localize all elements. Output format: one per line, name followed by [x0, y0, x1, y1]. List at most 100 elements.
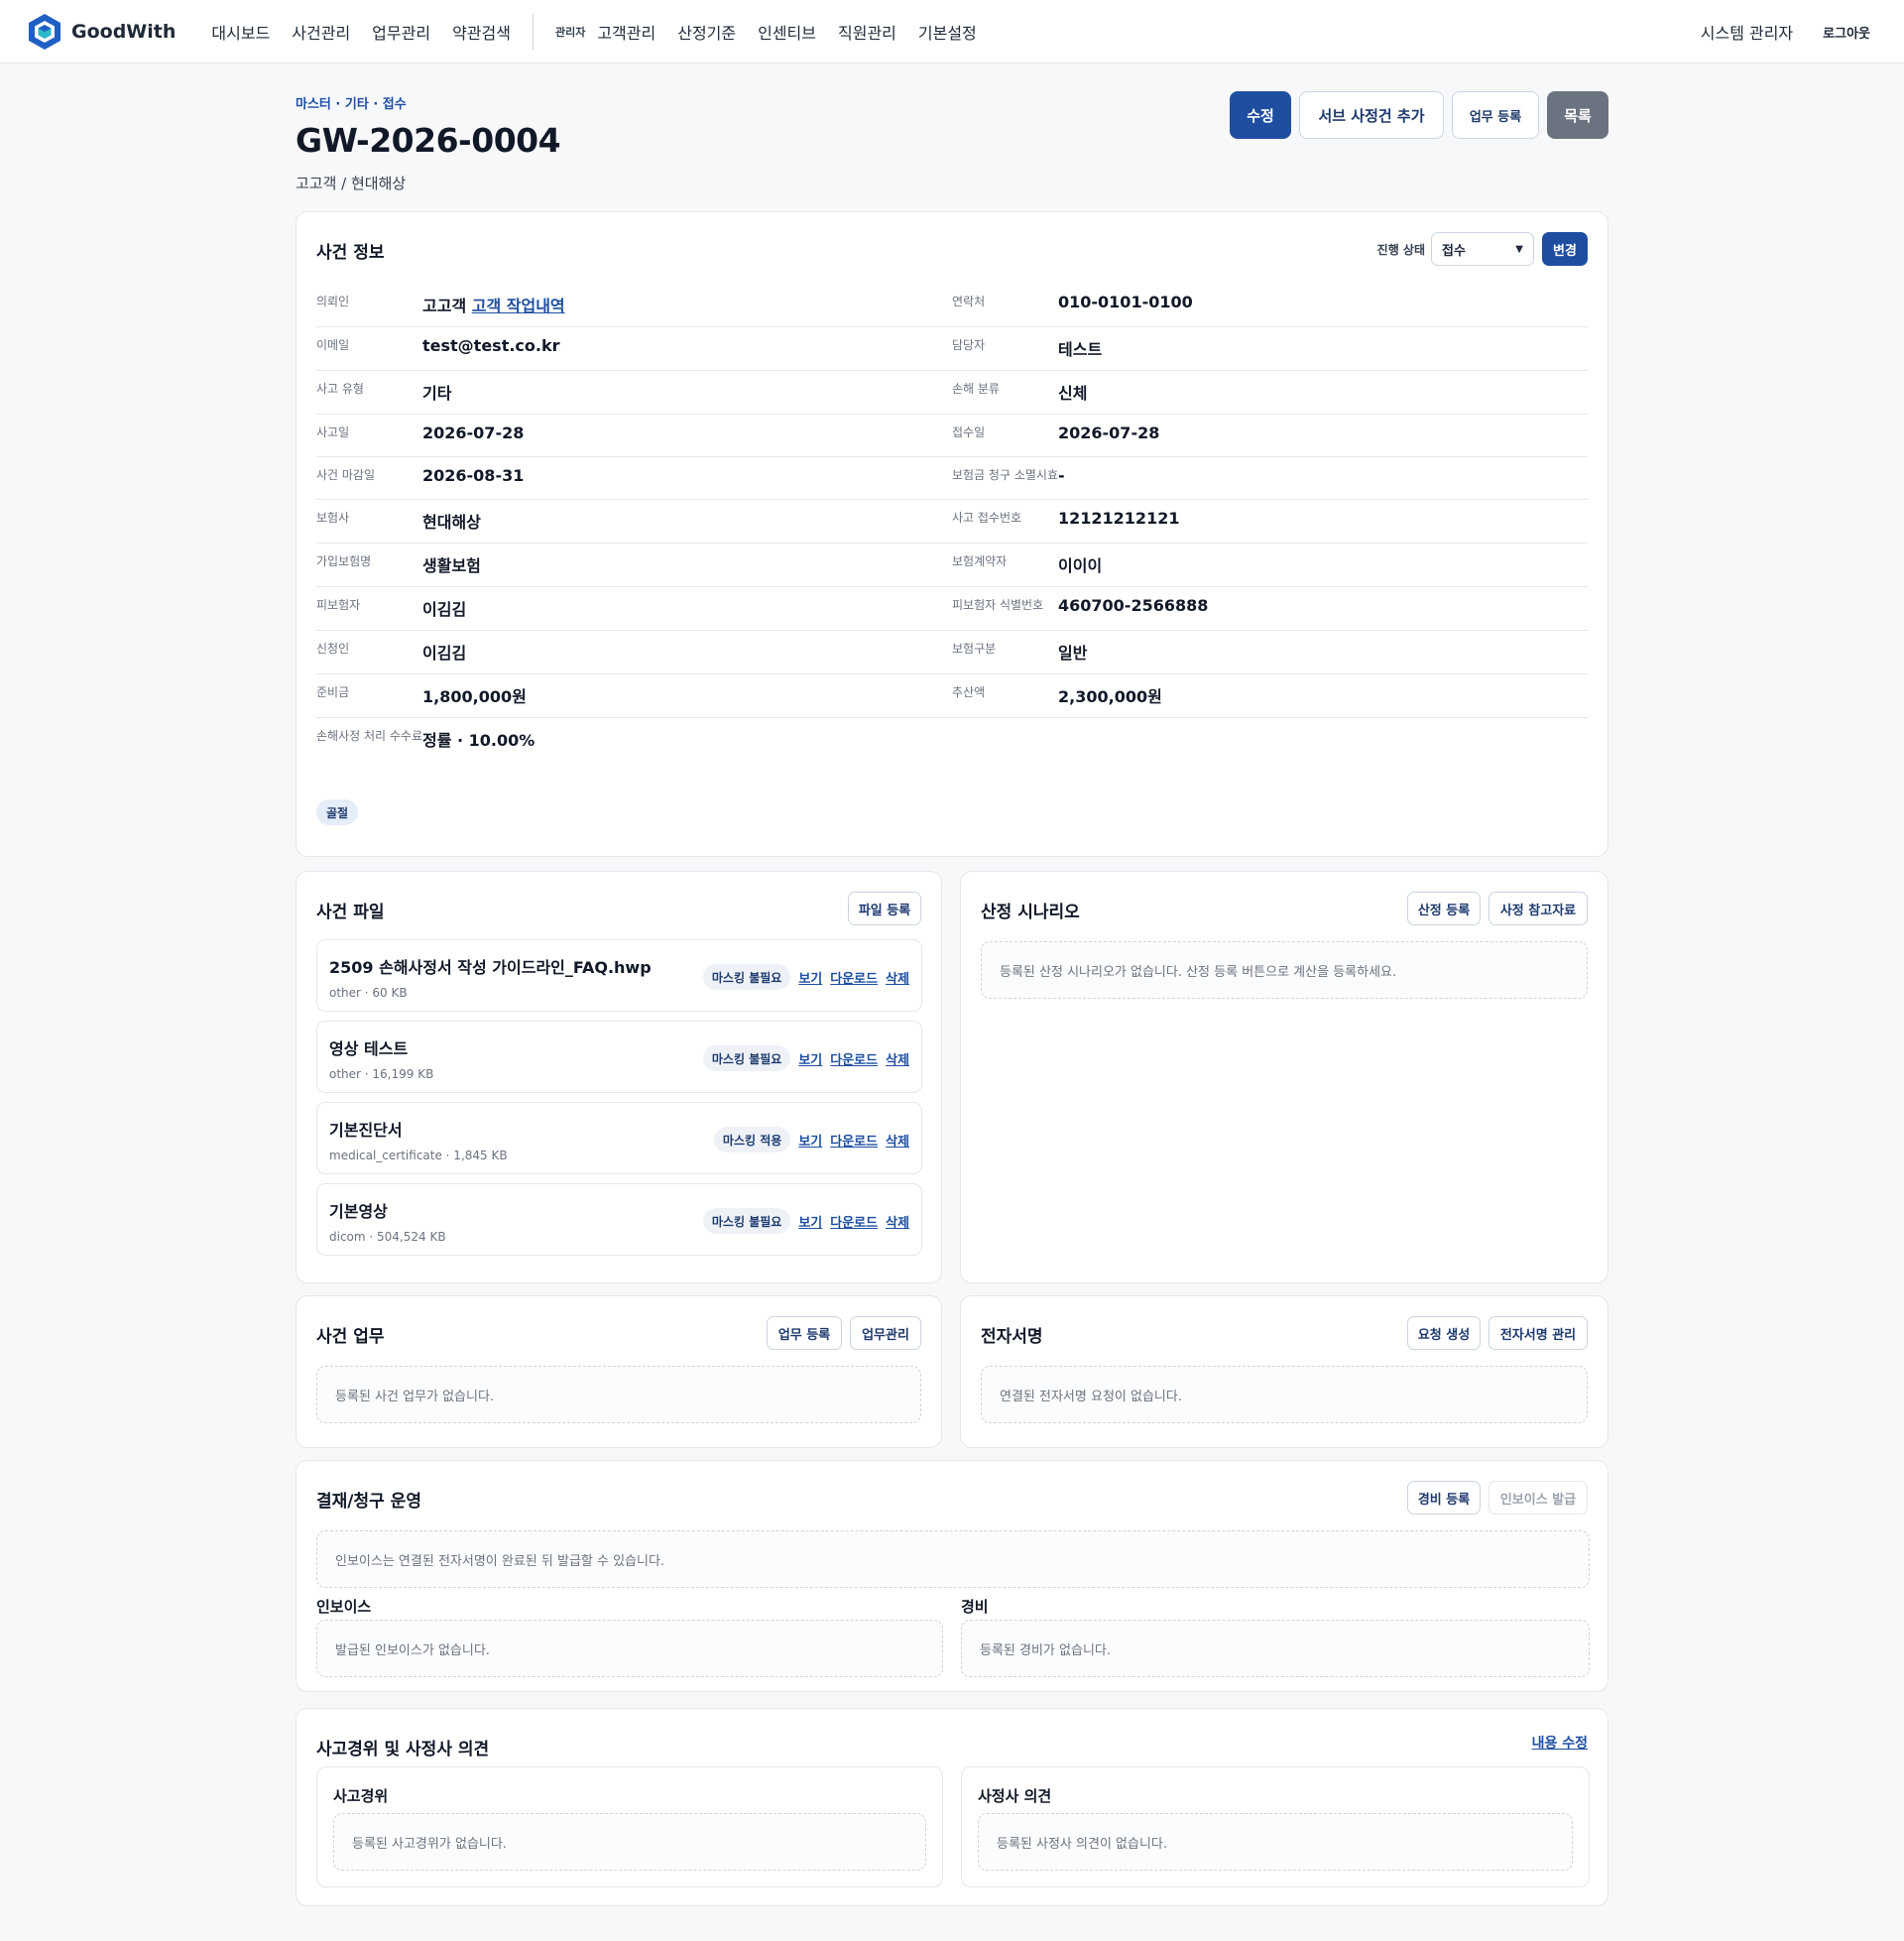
- info-label: 사고일: [316, 425, 350, 439]
- accident-panel: 사고경위 등록된 사고경위가 없습니다.: [316, 1766, 943, 1887]
- file-view-link[interactable]: 보기: [798, 1212, 822, 1231]
- scenario-empty: 등록된 산정 시나리오가 없습니다. 산정 등록 버튼으로 계산을 등록하세요.: [981, 941, 1588, 999]
- file-name: 기본영상: [329, 1202, 388, 1221]
- file-download-link[interactable]: 다운로드: [830, 1131, 878, 1150]
- accident-empty: 등록된 사고경위가 없습니다.: [333, 1813, 926, 1871]
- task-manage-button[interactable]: 업무관리: [850, 1316, 921, 1350]
- file-actions: 마스킹 불필요 보기 다운로드 삭제: [702, 1208, 909, 1234]
- info-row: 보험계약자 이이이: [952, 544, 1588, 587]
- info-value: 고고객 고객 작업내역: [422, 292, 952, 316]
- top-navbar: GoodWith 대시보드 사건관리 업무관리 약관검색 관리자 고객관리 산정…: [0, 0, 1904, 63]
- info-value-text: 2026-08-31: [422, 466, 525, 485]
- info-value-text: 12121212121: [1058, 509, 1180, 528]
- info-value-text: 현대해상: [422, 513, 481, 532]
- header-actions: 수정 서브 사정건 추가 업무 등록 목록: [1230, 91, 1608, 139]
- file-name: 2509 손해사정서 작성 가이드라인_FAQ.hwp: [329, 958, 652, 977]
- task-register-button[interactable]: 업무 등록: [767, 1316, 842, 1350]
- nav-calc-standards[interactable]: 산정기준: [677, 20, 736, 44]
- injury-tag: 골절: [316, 799, 359, 825]
- case-tasks-title: 사건 업무: [316, 1327, 385, 1347]
- brand-logo[interactable]: GoodWith: [28, 13, 176, 51]
- masking-badge: 마스킹 불필요: [702, 964, 791, 990]
- file-actions: 마스킹 불필요 보기 다운로드 삭제: [702, 1045, 909, 1071]
- info-label: 보험계약자: [952, 554, 1008, 568]
- nav-tasks[interactable]: 업무관리: [372, 20, 430, 44]
- info-value-text: 이김김: [422, 644, 467, 663]
- nav-terms-search[interactable]: 약관검색: [452, 20, 511, 44]
- case-info-card: 사건 정보 진행 상태 접수 ▼ 변경 의뢰인 고고객 고객 작업내역 연락처 010…: [296, 211, 1608, 857]
- info-value-text: 2,300,000원: [1058, 687, 1162, 706]
- info-row: 담당자 테스트: [952, 327, 1588, 371]
- scenario-actions: 산정 등록 사정 참고자료: [1407, 892, 1588, 925]
- file-delete-link[interactable]: 삭제: [886, 1049, 909, 1068]
- info-row: 손해사정 처리 수수료 정률 · 10.00%: [316, 718, 952, 761]
- file-view-link[interactable]: 보기: [798, 968, 822, 987]
- info-row: 사고일 2026-07-28: [316, 415, 952, 457]
- files-actions: 파일 등록: [848, 892, 921, 925]
- nav-staff[interactable]: 직원관리: [838, 20, 896, 44]
- info-value: 이이이: [1058, 551, 1588, 576]
- file-item: 기본진단서 medical_certificate · 1,845 KB 마스킹 적…: [316, 1102, 922, 1174]
- masking-badge: 마스킹 적용: [713, 1127, 791, 1152]
- file-meta: other · 16,199 KB: [329, 1067, 434, 1081]
- info-value: 2026-08-31: [422, 465, 952, 489]
- expense-register-button[interactable]: 경비 등록: [1407, 1481, 1481, 1515]
- info-value-text: 고고객: [422, 297, 467, 315]
- file-item: 기본영상 dicom · 504,524 KB 마스킹 불필요 보기 다운로드 삭제: [316, 1183, 922, 1256]
- opinion-edit-link[interactable]: 내용 수정: [1532, 1733, 1588, 1753]
- main-nav: 대시보드 사건관리 업무관리 약관검색 관리자 고객관리 산정기준 인센티브 직…: [211, 13, 977, 50]
- info-value: 이김김: [422, 639, 952, 664]
- masking-badge: 마스킹 불필요: [702, 1045, 791, 1071]
- file-register-button[interactable]: 파일 등록: [848, 892, 921, 925]
- info-row: 보험금 청구 소멸시효 -: [952, 457, 1588, 500]
- scenario-register-button[interactable]: 산정 등록: [1407, 892, 1481, 925]
- nav-cases[interactable]: 사건관리: [292, 20, 350, 44]
- invoice-issue-button[interactable]: 인보이스 발급: [1488, 1481, 1588, 1515]
- file-view-link[interactable]: 보기: [798, 1049, 822, 1068]
- masking-badge: 마스킹 불필요: [702, 1208, 791, 1234]
- file-delete-link[interactable]: 삭제: [886, 1212, 909, 1231]
- nav-dashboard[interactable]: 대시보드: [211, 20, 270, 44]
- brand-name: GoodWith: [71, 20, 177, 43]
- edit-button[interactable]: 수정: [1230, 91, 1291, 139]
- scenario-card: 산정 시나리오 산정 등록 사정 참고자료 등록된 산정 시나리오가 없습니다.…: [960, 871, 1608, 1283]
- page-content: 마스터 · 기타 · 접수 GW-2026-0004 고고객 / 현대해상 수정…: [296, 63, 1608, 1906]
- add-sub-case-button[interactable]: 서브 사정건 추가: [1299, 91, 1444, 139]
- info-label: 사건 마감일: [316, 468, 376, 482]
- expense-section-title: 경비: [961, 1598, 989, 1616]
- file-item: 영상 테스트 other · 16,199 KB 마스킹 불필요 보기 다운로드 삭제: [316, 1021, 922, 1093]
- file-download-link[interactable]: 다운로드: [830, 968, 878, 987]
- case-header: 마스터 · 기타 · 접수 GW-2026-0004 고고객 / 현대해상 수정…: [296, 63, 1608, 211]
- info-row: 준비금 1,800,000원: [316, 674, 952, 718]
- file-delete-link[interactable]: 삭제: [886, 968, 909, 987]
- info-label: 의뢰인: [316, 295, 350, 308]
- accident-title: 사고경위: [333, 1787, 389, 1805]
- info-row: 피보험자 식별번호 460700-2566888: [952, 587, 1588, 631]
- case-files-title: 사건 파일: [316, 903, 385, 922]
- nav-settings[interactable]: 기본설정: [918, 20, 977, 44]
- scenario-reference-button[interactable]: 사정 참고자료: [1488, 892, 1588, 925]
- info-row: 사고 유형 기타: [316, 371, 952, 415]
- adjuster-title: 사정사 의견: [978, 1787, 1052, 1805]
- info-row: 손해 분류 신체: [952, 371, 1588, 415]
- status-select-value: 접수: [1442, 243, 1466, 259]
- register-task-button[interactable]: 업무 등록: [1452, 91, 1539, 139]
- file-download-link[interactable]: 다운로드: [830, 1212, 878, 1231]
- file-view-link[interactable]: 보기: [798, 1131, 822, 1150]
- esign-request-button[interactable]: 요청 생성: [1407, 1316, 1481, 1350]
- nav-customers[interactable]: 고객관리: [597, 20, 655, 44]
- info-value: 테스트: [1058, 335, 1588, 360]
- file-name: 기본진단서: [329, 1121, 403, 1140]
- list-button[interactable]: 목록: [1547, 91, 1608, 139]
- status-select[interactable]: 접수 ▼: [1431, 232, 1534, 266]
- nav-incentives[interactable]: 인센티브: [758, 20, 816, 44]
- status-change-button[interactable]: 변경: [1542, 232, 1588, 266]
- logout-button[interactable]: 로그아웃: [1823, 23, 1870, 42]
- customer-history-link[interactable]: 고객 작업내역: [472, 297, 565, 315]
- file-download-link[interactable]: 다운로드: [830, 1049, 878, 1068]
- info-value-text: 010-0101-0100: [1058, 293, 1193, 311]
- file-delete-link[interactable]: 삭제: [886, 1131, 909, 1150]
- esign-manage-button[interactable]: 전자서명 관리: [1488, 1316, 1588, 1350]
- info-label: 피보험자: [316, 598, 361, 612]
- info-row: 피보험자 이김김: [316, 587, 952, 631]
